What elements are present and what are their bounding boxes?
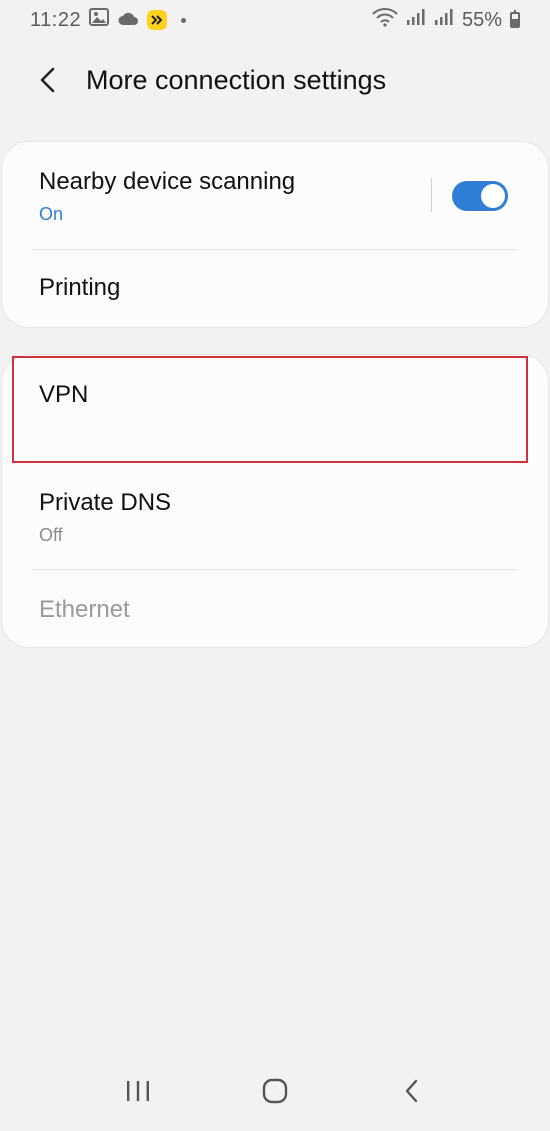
- printing-label: Printing: [39, 274, 121, 301]
- status-right: 55%: [372, 7, 520, 33]
- notification-dot-icon: [181, 17, 187, 23]
- screen: 11:22 55% More connection settings Nearb…: [0, 0, 550, 1131]
- signal-icon-1: [406, 8, 426, 32]
- private-dns-label: Private DNS: [39, 489, 172, 516]
- recent-apps-icon: [127, 1081, 150, 1101]
- settings-card-2: VPN Private DNS Off Ethernet: [1, 354, 549, 648]
- chevron-left-icon: [40, 67, 55, 93]
- battery-icon: [510, 10, 520, 28]
- nav-back-button[interactable]: [382, 1061, 442, 1121]
- wifi-icon: [372, 7, 398, 33]
- private-dns-item[interactable]: Private DNS Off: [2, 489, 548, 569]
- printing-item[interactable]: Printing: [2, 274, 548, 314]
- back-icon: [405, 1079, 417, 1103]
- status-bar: 11:22 55%: [0, 0, 550, 40]
- divider: [32, 569, 518, 570]
- signal-icon-2: [434, 8, 454, 32]
- header: More connection settings: [0, 52, 550, 108]
- vpn-label: VPN: [39, 381, 89, 408]
- divider: [32, 249, 518, 250]
- page-title: More connection settings: [86, 64, 387, 95]
- back-button[interactable]: [24, 56, 72, 104]
- toggle-separator: [431, 178, 432, 212]
- cloud-icon: [117, 9, 139, 32]
- status-left: 11:22: [30, 8, 187, 32]
- battery-percent: 55%: [461, 8, 502, 31]
- settings-card-1: Nearby device scanning On Printing: [1, 141, 549, 328]
- ethernet-label: Ethernet: [39, 596, 130, 623]
- home-button[interactable]: [245, 1061, 305, 1121]
- gallery-icon: [89, 8, 110, 32]
- recent-apps-button[interactable]: [108, 1061, 168, 1121]
- battery-fill: [512, 19, 518, 26]
- private-dns-status: Off: [39, 525, 63, 545]
- home-icon: [262, 1078, 288, 1104]
- status-time: 11:22: [30, 8, 82, 31]
- nearby-device-scanning-toggle[interactable]: [452, 181, 508, 211]
- app-badge-icon: [147, 10, 168, 30]
- ethernet-item: Ethernet: [2, 596, 548, 636]
- vpn-item[interactable]: VPN: [2, 381, 548, 461]
- navigation-bar: [0, 1051, 550, 1131]
- toggle-knob: [481, 184, 505, 208]
